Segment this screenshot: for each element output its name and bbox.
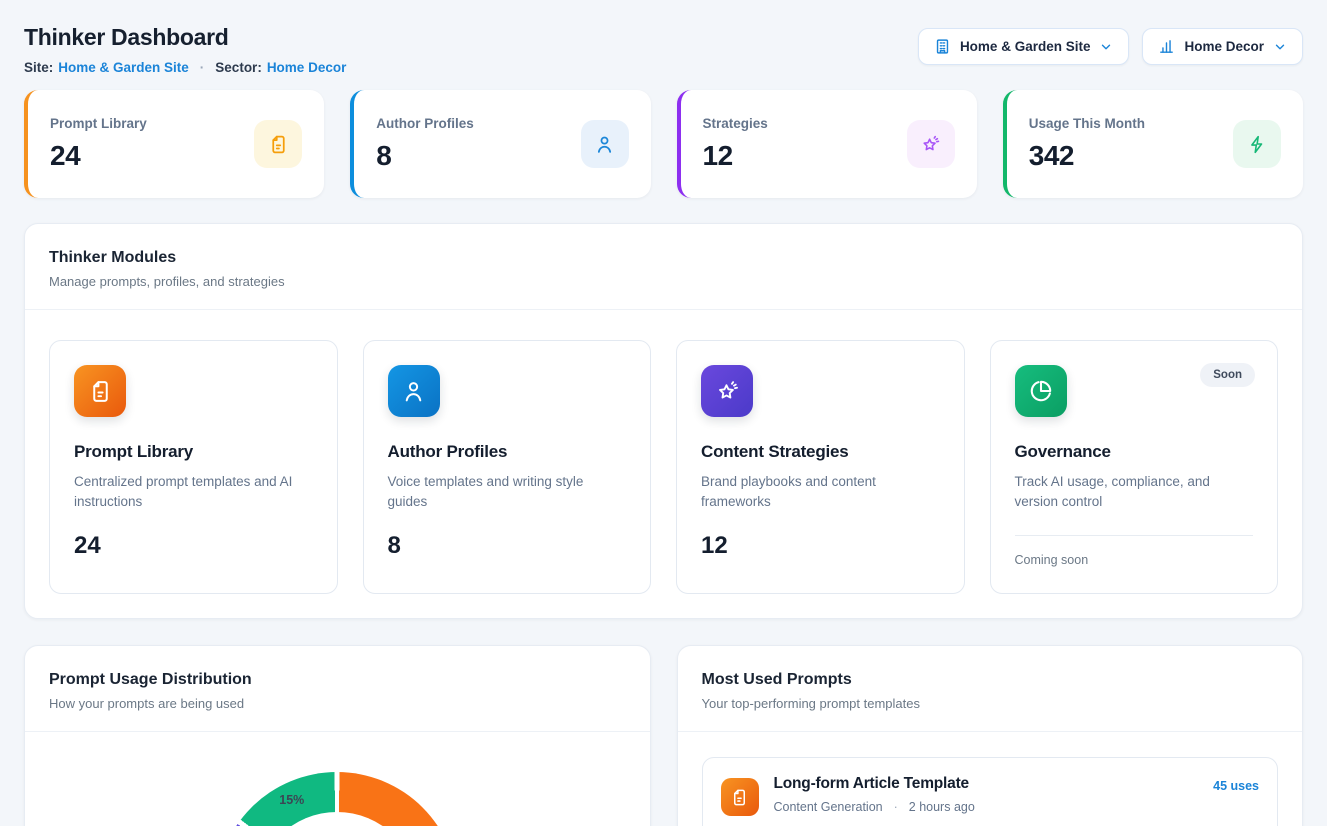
usage-distribution-card: Prompt Usage Distribution How your promp… [24,645,651,826]
stat-card-usage: Usage This Month 342 [1003,90,1303,198]
stat-value: 8 [376,140,474,172]
donut-chart[interactable]: 15% [216,772,458,826]
usage-card-subtitle: How your prompts are being used [49,696,626,711]
most-used-prompts-card: Most Used Prompts Your top-performing pr… [677,645,1304,826]
stat-text: Strategies 12 [703,116,768,172]
prompt-item-uses: 45 uses [1213,779,1259,793]
building-icon [934,38,951,55]
breadcrumb: Site: Home & Garden Site · Sector: Home … [24,60,346,75]
stats-row: Prompt Library 24 Author Profiles 8 Stra… [24,90,1303,198]
stat-text: Usage This Month 342 [1029,116,1145,172]
prompt-list: Long-form Article Template Content Gener… [678,732,1303,826]
prompt-list-item[interactable]: Long-form Article Template Content Gener… [702,757,1279,826]
stat-text: Prompt Library 24 [50,116,147,172]
site-link[interactable]: Home & Garden Site [58,60,189,75]
header-actions: Home & Garden Site Home Decor [918,28,1303,65]
module-title: Author Profiles [388,442,627,462]
stat-label: Author Profiles [376,116,474,131]
bar-chart-icon [1158,38,1175,55]
file-text-icon [254,120,302,168]
modules-panel-body: Prompt Library Centralized prompt templa… [25,310,1302,618]
module-card-author-profiles[interactable]: Author Profiles Voice templates and writ… [363,340,652,594]
prompt-item-text: Long-form Article Template Content Gener… [774,775,975,814]
sector-link[interactable]: Home Decor [267,60,347,75]
chevron-down-icon [1099,40,1113,54]
module-card-prompt-library[interactable]: Prompt Library Centralized prompt templa… [49,340,338,594]
modules-panel-header: Thinker Modules Manage prompts, profiles… [25,224,1302,310]
module-value: 24 [74,532,313,560]
module-description: Voice templates and writing style guides [388,472,627,513]
file-text-icon [721,778,759,816]
site-label: Site: [24,60,53,75]
bottom-row: Prompt Usage Distribution How your promp… [24,645,1303,826]
prompts-card-subtitle: Your top-performing prompt templates [702,696,1279,711]
pie-chart-icon [1015,365,1067,417]
module-description: Track AI usage, compliance, and version … [1015,472,1254,513]
usage-card-header: Prompt Usage Distribution How your promp… [25,646,650,732]
thinker-modules-panel: Thinker Modules Manage prompts, profiles… [24,223,1303,619]
module-description: Brand playbooks and content frameworks [701,472,940,513]
site-selector-label: Home & Garden Site [960,39,1091,54]
prompts-card-title: Most Used Prompts [702,671,1279,689]
page-header: Thinker Dashboard Site: Home & Garden Si… [24,24,1303,75]
stat-value: 342 [1029,140,1145,172]
chevron-down-icon [1273,40,1287,54]
module-description: Centralized prompt templates and AI inst… [74,472,313,513]
modules-grid: Prompt Library Centralized prompt templa… [49,340,1278,594]
prompt-item-category: Content Generation [774,800,883,814]
sector-label: Sector: [215,60,262,75]
stat-label: Usage This Month [1029,116,1145,131]
meta-separator: · [894,800,898,814]
stat-value: 12 [703,140,768,172]
stat-label: Prompt Library [50,116,147,131]
modules-panel-subtitle: Manage prompts, profiles, and strategies [49,274,1278,289]
coming-soon-text: Coming soon [1015,553,1254,567]
module-value: 8 [388,532,627,560]
stat-value: 24 [50,140,147,172]
breadcrumb-separator: · [200,60,205,75]
page-title: Thinker Dashboard [24,24,346,51]
sector-selector-dropdown[interactable]: Home Decor [1142,28,1303,65]
module-title: Content Strategies [701,442,940,462]
donut-segment-label: 15% [279,793,304,807]
stat-card-author-profiles: Author Profiles 8 [350,90,650,198]
prompt-item-meta: Content Generation · 2 hours ago [774,800,975,814]
user-icon [388,365,440,417]
header-left: Thinker Dashboard Site: Home & Garden Si… [24,24,346,75]
module-title: Governance [1015,442,1254,462]
sector-selector-label: Home Decor [1184,39,1264,54]
sparkle-star-icon [907,120,955,168]
module-title: Prompt Library [74,442,313,462]
stat-card-strategies: Strategies 12 [677,90,977,198]
prompt-item-time: 2 hours ago [909,800,975,814]
site-selector-dropdown[interactable]: Home & Garden Site [918,28,1130,65]
modules-panel-title: Thinker Modules [49,249,1278,267]
module-card-content-strategies[interactable]: Content Strategies Brand playbooks and c… [676,340,965,594]
zap-icon [1233,120,1281,168]
soon-badge: Soon [1200,363,1255,387]
stat-text: Author Profiles 8 [376,116,474,172]
donut-chart-area: 15% [25,732,650,826]
stat-label: Strategies [703,116,768,131]
file-text-icon [74,365,126,417]
module-value: 12 [701,532,940,560]
sparkle-star-icon [701,365,753,417]
prompts-card-header: Most Used Prompts Your top-performing pr… [678,646,1303,732]
module-card-governance[interactable]: Soon Governance Track AI usage, complian… [990,340,1279,594]
prompt-item-title: Long-form Article Template [774,775,975,793]
dashboard-page: Thinker Dashboard Site: Home & Garden Si… [0,0,1327,826]
usage-card-title: Prompt Usage Distribution [49,671,626,689]
stat-card-prompt-library: Prompt Library 24 [24,90,324,198]
user-icon [581,120,629,168]
module-divider [1015,535,1254,536]
